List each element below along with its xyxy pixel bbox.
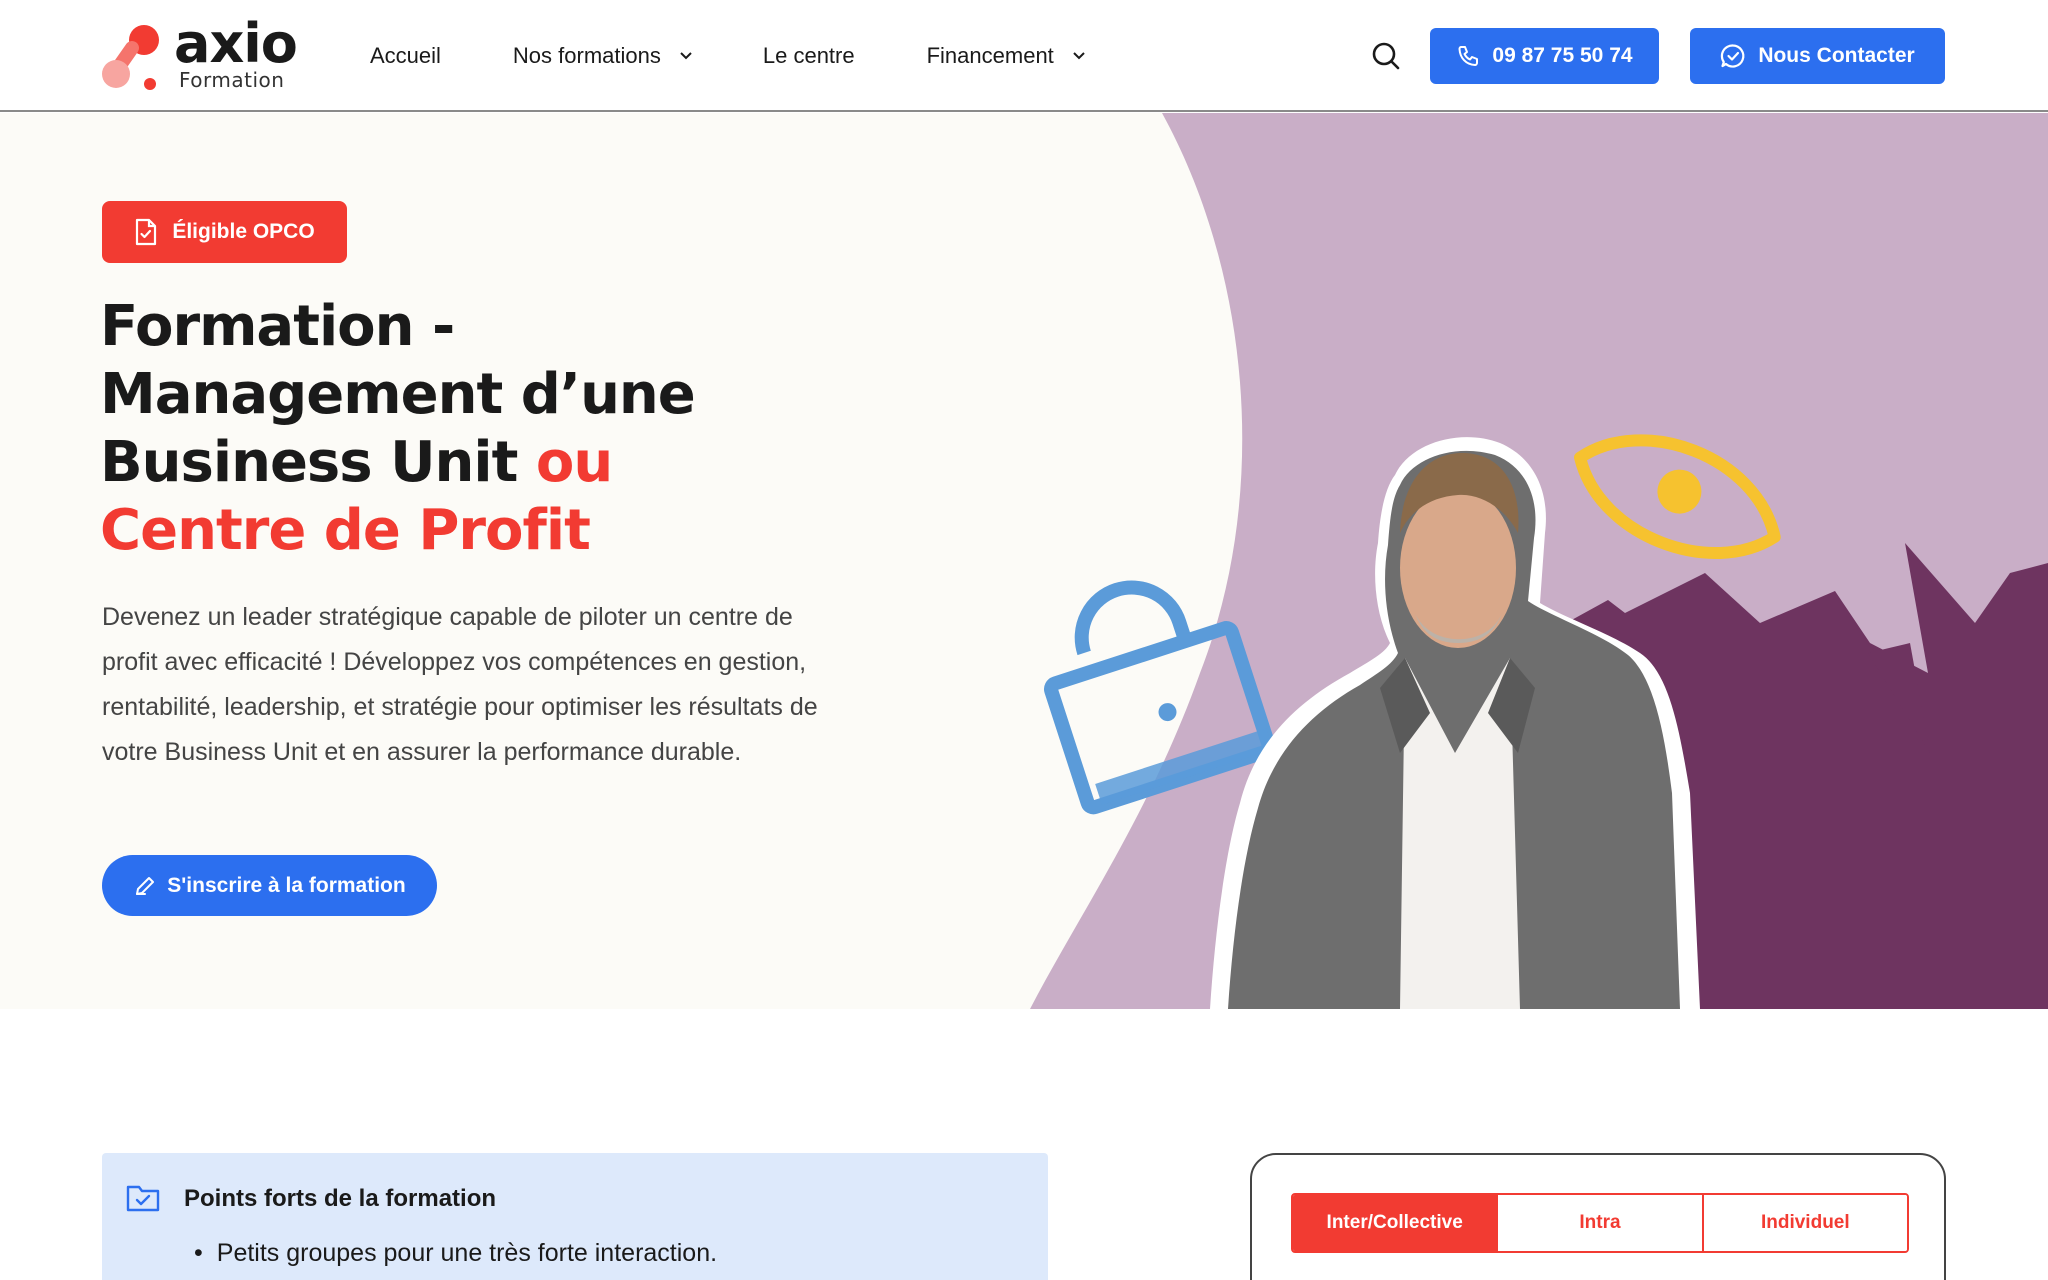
page-title: Formation - Management d’une Business Un… [100, 293, 820, 565]
site-header: axio Formation Accueil Nos formations Le… [0, 0, 2048, 112]
opco-badge: Éligible OPCO [102, 201, 347, 263]
title-line-1: Formation - [100, 294, 455, 359]
title-accent-centre: Centre de Profit [100, 498, 591, 563]
pricing-card: Inter/Collective Intra Individuel [1250, 1153, 1946, 1280]
contact-button[interactable]: Nous Contacter [1690, 28, 1945, 84]
register-label: S'inscrire à la formation [167, 873, 406, 897]
main-nav: Accueil Nos formations Le centre Finance… [370, 0, 1086, 112]
nav-item-label: Le centre [762, 43, 855, 68]
logo-mark-icon [102, 25, 159, 90]
logo-wordmark: axio [174, 12, 298, 75]
tab-inter-collective[interactable]: Inter/Collective [1293, 1195, 1499, 1251]
pencil-icon [136, 876, 155, 895]
contact-label: Nous Contacter [1758, 44, 1915, 67]
chat-check-icon [1721, 44, 1745, 68]
nav-item-label: Accueil [370, 43, 441, 68]
document-check-icon [136, 218, 157, 246]
tab-intra[interactable]: Intra [1498, 1195, 1704, 1251]
format-tabs: Inter/Collective Intra Individuel [1291, 1193, 1909, 1253]
title-line-2: Management d’une [100, 362, 696, 427]
axio-logo[interactable]: axio Formation [100, 12, 330, 94]
chevron-down-icon [680, 52, 692, 60]
nav-item-accueil[interactable]: Accueil [370, 43, 441, 69]
nav-item-label: Financement [926, 43, 1054, 68]
logo-subtitle: Formation [179, 68, 285, 92]
badge-label: Éligible OPCO [172, 220, 315, 243]
phone-number: 09 87 75 50 74 [1492, 44, 1633, 67]
title-accent-ou: ou [535, 430, 613, 495]
highlights-card: Points forts de la formation Petits grou… [102, 1153, 1048, 1280]
register-button[interactable]: S'inscrire à la formation [102, 855, 437, 916]
tab-individuel[interactable]: Individuel [1703, 1195, 1907, 1251]
highlights-list: Petits groupes pour une très forte inter… [194, 1239, 717, 1268]
nav-item-financement[interactable]: Financement [927, 43, 1086, 69]
folder-check-icon [126, 1185, 160, 1212]
phone-icon [1458, 46, 1479, 66]
hero-description: Devenez un leader stratégique capable de… [102, 603, 818, 766]
nav-item-le-centre[interactable]: Le centre [763, 43, 855, 69]
chevron-down-icon [1073, 52, 1085, 60]
highlights-title: Points forts de la formation [184, 1185, 497, 1212]
highlight-item: Petits groupes pour une très forte inter… [194, 1239, 717, 1268]
phone-button[interactable]: 09 87 75 50 74 [1430, 28, 1659, 84]
title-line-3: Business Unit [100, 430, 536, 495]
nav-item-nos-formations[interactable]: Nos formations [513, 43, 693, 69]
nav-item-label: Nos formations [512, 43, 661, 68]
hero-section: Éligible OPCO Formation - Management d’u… [0, 113, 2048, 1009]
search-icon[interactable] [1370, 40, 1402, 72]
